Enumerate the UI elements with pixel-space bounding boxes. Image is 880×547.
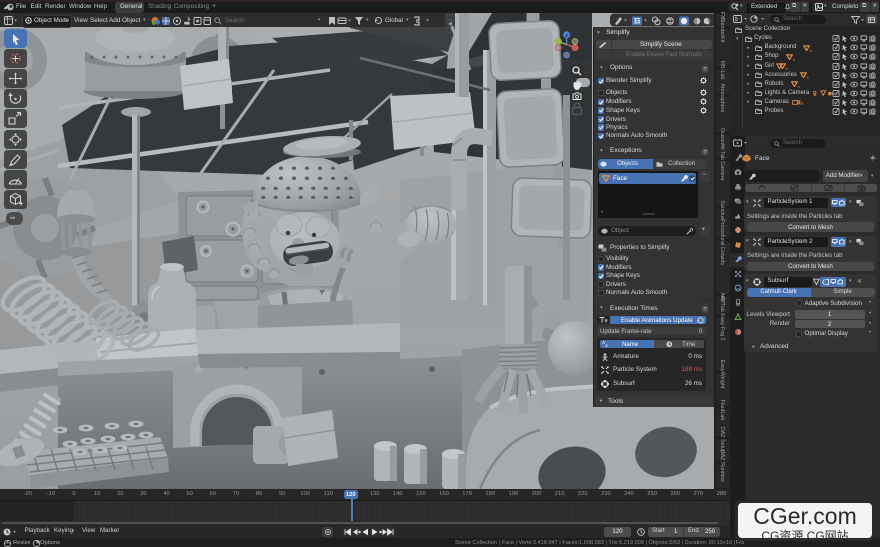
svg-text:Z: Z (565, 33, 568, 39)
